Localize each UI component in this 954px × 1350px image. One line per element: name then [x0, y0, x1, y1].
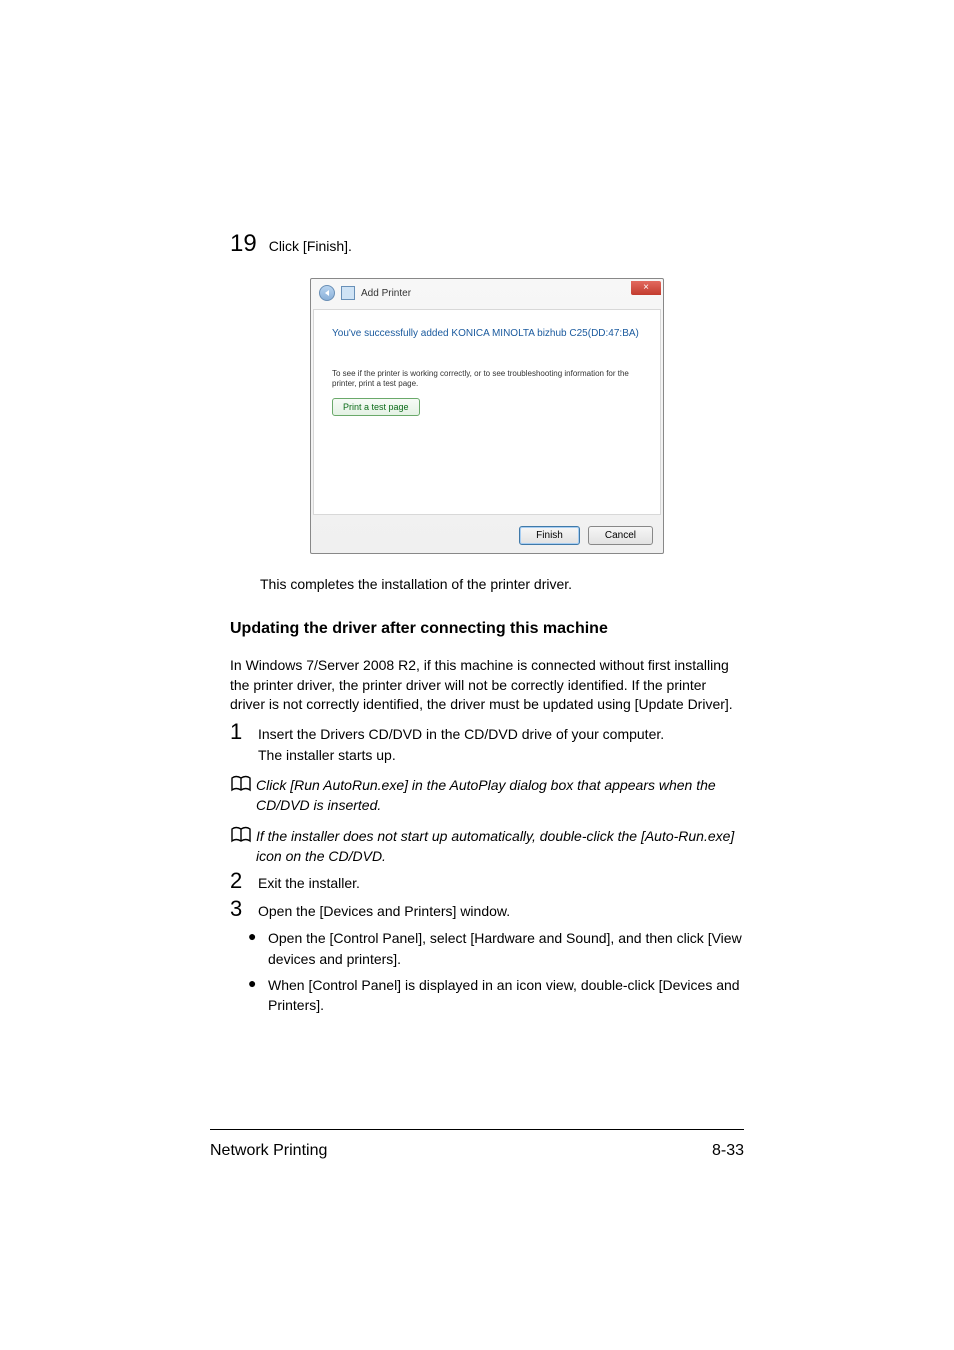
- dialog-titlebar: Add Printer ×: [311, 279, 663, 307]
- step-number: 19: [230, 230, 257, 258]
- note-2: If the installer does not start up autom…: [230, 826, 744, 867]
- dialog-footer: Finish Cancel: [311, 517, 663, 553]
- dialog-heading: You've successfully added KONICA MINOLTA…: [332, 328, 642, 339]
- step-number: 3: [230, 896, 258, 922]
- nav-back-icon[interactable]: [319, 285, 335, 301]
- step-number: 2: [230, 868, 258, 894]
- step-1: 1 Insert the Drivers CD/DVD in the CD/DV…: [230, 719, 744, 745]
- note-1: Click [Run AutoRun.exe] in the AutoPlay …: [230, 775, 744, 816]
- dialog-body: You've successfully added KONICA MINOLTA…: [313, 309, 661, 515]
- bullet-text: When [Control Panel] is displayed in an …: [268, 975, 744, 1016]
- intro-paragraph: In Windows 7/Server 2008 R2, if this mac…: [230, 656, 744, 715]
- footer-rule: [210, 1129, 744, 1130]
- step-text: Insert the Drivers CD/DVD in the CD/DVD …: [258, 724, 664, 744]
- print-test-page-button[interactable]: Print a test page: [332, 398, 420, 416]
- step-number: 1: [230, 719, 258, 745]
- add-printer-dialog: Add Printer × You've successfully added …: [310, 278, 664, 554]
- footer-left: Network Printing: [210, 1142, 327, 1160]
- bullet-text: Open the [Control Panel], select [Hardwa…: [268, 928, 744, 969]
- bullet-1: ● Open the [Control Panel], select [Hard…: [248, 928, 744, 969]
- close-icon[interactable]: ×: [631, 281, 661, 295]
- completion-text: This completes the installation of the p…: [260, 576, 744, 592]
- step-text: Open the [Devices and Printers] window.: [258, 901, 510, 921]
- step-2: 2 Exit the installer.: [230, 868, 744, 894]
- note-text: If the installer does not start up autom…: [256, 826, 744, 867]
- section-heading: Updating the driver after connecting thi…: [230, 620, 744, 638]
- page-footer: Network Printing 8-33: [210, 1142, 744, 1160]
- step-text: Exit the installer.: [258, 873, 360, 893]
- note-book-icon: [230, 826, 256, 844]
- step-text: Click [Finish].: [269, 238, 352, 254]
- dialog-title: Add Printer: [361, 288, 411, 299]
- footer-right: 8-33: [712, 1142, 744, 1160]
- bullet-icon: ●: [248, 975, 268, 1016]
- printer-icon: [341, 286, 355, 300]
- bullet-2: ● When [Control Panel] is displayed in a…: [248, 975, 744, 1016]
- dialog-paragraph: To see if the printer is working correct…: [332, 369, 642, 388]
- bullet-icon: ●: [248, 928, 268, 969]
- note-text: Click [Run AutoRun.exe] in the AutoPlay …: [256, 775, 744, 816]
- finish-button[interactable]: Finish: [519, 526, 580, 545]
- step-1-cont: The installer starts up.: [258, 745, 744, 765]
- cancel-button[interactable]: Cancel: [588, 526, 653, 545]
- step-19: 19 Click [Finish].: [230, 230, 744, 258]
- note-book-icon: [230, 775, 256, 793]
- step-3: 3 Open the [Devices and Printers] window…: [230, 896, 744, 922]
